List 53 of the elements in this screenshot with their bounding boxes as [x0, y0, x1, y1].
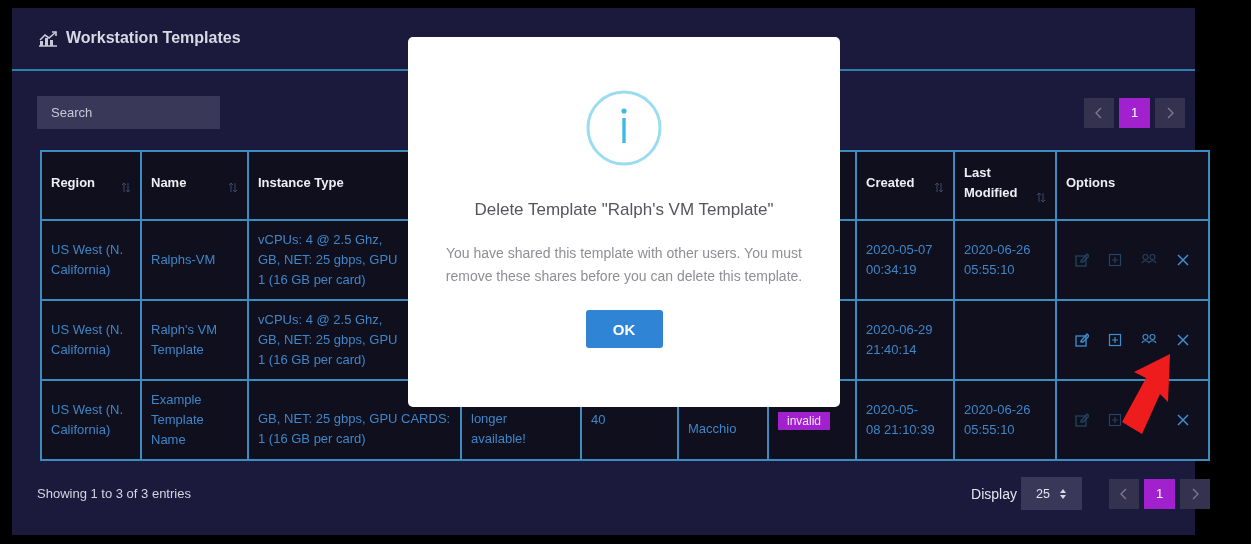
previous-page-button[interactable]: [1109, 478, 1139, 509]
sort-icon: [1036, 191, 1046, 203]
table-cell-text: Macchio: [688, 420, 738, 438]
table-cell-text: vCPUs: 4 @ 2.5 Ghz, GB, NET: 25 gbps, GPU 1 (16 GB per card): [258, 311, 399, 369]
chevron-left-icon: [1095, 106, 1103, 119]
ok-button[interactable]: OK: [585, 310, 663, 348]
table-cell-text: GB, NET: 25 gbps, GPU CARDS: 1 (16 GB per card): [258, 410, 451, 448]
sort-icon: [121, 181, 131, 193]
table-cell-text: 2020-05-07 00:34:19: [866, 241, 934, 279]
page-button[interactable]: 1: [1119, 97, 1150, 128]
next-page-button[interactable]: [1155, 97, 1185, 128]
column-header[interactable]: Last Modified: [964, 162, 1034, 209]
column-header[interactable]: Region: [51, 172, 96, 199]
table-cell-text: 40: [591, 411, 607, 429]
page-button[interactable]: 1: [1144, 478, 1175, 509]
next-page-button[interactable]: [1180, 478, 1210, 509]
table-cell-text: US West (N. California): [51, 241, 124, 279]
table-cell-text: 2020-05- 08 21:10:39: [866, 401, 936, 439]
panel-title: Workstation Templates: [66, 28, 241, 47]
info-icon: [586, 90, 662, 166]
search-field[interactable]: Search: [37, 96, 220, 129]
chevron-left-icon: [1120, 487, 1128, 500]
sort-icon: [934, 181, 944, 193]
column-header[interactable]: Created: [866, 172, 915, 199]
dialog-title: Delete Template "Ralph's VM Template": [474, 200, 774, 220]
edit-icon[interactable]: [1075, 333, 1089, 347]
column-header[interactable]: Instance Type: [258, 172, 344, 199]
display-label: Display: [971, 485, 1017, 502]
close-icon[interactable]: [1176, 333, 1190, 347]
chart-icon: [38, 30, 58, 47]
plus-box-icon[interactable]: [1108, 333, 1122, 347]
table-cell-text: Ralph's VM Template: [151, 321, 219, 359]
table-cell-text: 2020-06-26 05:55:10: [964, 241, 1032, 279]
entries-info: Showing 1 to 3 of 3 entries: [37, 486, 191, 501]
table-cell-text: US West (N. California): [51, 321, 124, 359]
column-header[interactable]: Name: [151, 172, 187, 199]
close-icon[interactable]: [1176, 413, 1190, 427]
page-size-select[interactable]: 25: [1021, 477, 1082, 510]
dialog-message: You have shared this template with other users. You must remove these shares before you can delete this template.: [444, 244, 804, 286]
chevron-right-icon: [1191, 487, 1199, 500]
table-cell-text: Example Template Name: [151, 391, 205, 449]
previous-page-button[interactable]: [1084, 97, 1114, 128]
table-cell-text: 2020-06-26 05:55:10: [964, 401, 1032, 439]
up-down-caret-icon: [1058, 487, 1067, 500]
column-header[interactable]: Options: [1066, 172, 1116, 199]
table-cell-text: longer available!: [471, 410, 527, 448]
status-badge: invalid: [778, 412, 831, 430]
sort-icon: [228, 181, 238, 193]
close-icon[interactable]: [1176, 253, 1190, 267]
table-cell-text: Ralphs-VM: [151, 251, 217, 269]
table-cell-text: US West (N. California): [51, 401, 124, 439]
table-cell-text: 2020-06-29 21:40:14: [866, 321, 934, 359]
chevron-right-icon: [1166, 106, 1174, 119]
